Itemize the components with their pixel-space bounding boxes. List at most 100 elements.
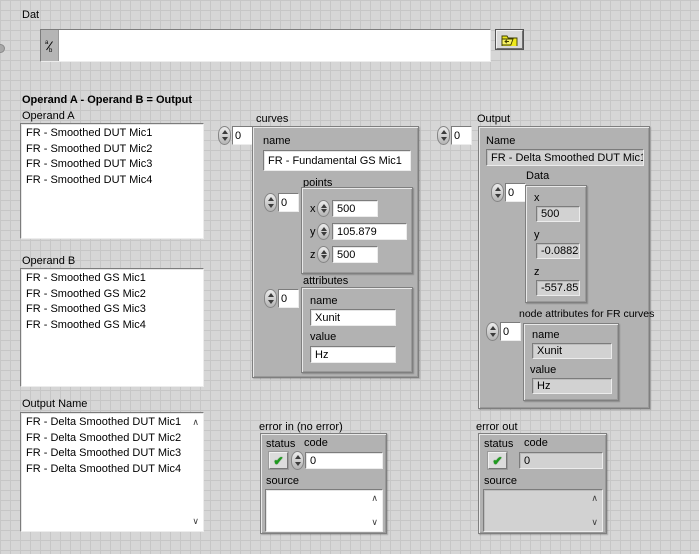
attr-value-label: value <box>310 331 336 344</box>
data-y-field: -0.08823 <box>536 243 580 259</box>
y-value-field[interactable]: 105.879 <box>332 223 407 240</box>
y-spinner-icon[interactable] <box>317 223 330 240</box>
output-label: Output <box>477 113 510 126</box>
increment-decrement-icon[interactable] <box>437 126 450 145</box>
scroll-down-icon[interactable]: ∨ <box>192 517 199 526</box>
attributes-index-spinner[interactable]: 0 <box>264 289 299 308</box>
scroll-up-icon[interactable]: ∧ <box>192 418 199 427</box>
list-item[interactable]: FR - Delta Smoothed DUT Mic1 <box>26 415 203 431</box>
attr-name-field[interactable]: Xunit <box>310 309 396 326</box>
y-label: y <box>310 226 316 239</box>
code-spinner-icon[interactable] <box>291 451 304 470</box>
list-item[interactable]: FR - Smoothed DUT Mic4 <box>26 173 203 189</box>
section-title: Operand A - Operand B = Output <box>22 94 192 107</box>
scroll-up-icon[interactable]: ∧ <box>591 494 598 503</box>
increment-decrement-icon[interactable] <box>264 289 277 308</box>
list-item[interactable]: FR - Delta Smoothed DUT Mic2 <box>26 431 203 447</box>
list-item[interactable]: FR - Smoothed GS Mic3 <box>26 302 203 318</box>
output-cluster: Name FR - Delta Smoothed DUT Mic1 Data 0… <box>478 126 650 409</box>
error-out-status-label: status <box>484 438 513 451</box>
error-in-cluster: status ✔ code 0 source ∧ ∨ <box>260 433 387 534</box>
node-attr-name-field: Xunit <box>532 343 612 359</box>
curves-cluster: name FR - Fundamental GS Mic1 points 0 x… <box>252 126 419 378</box>
file-path-input[interactable] <box>59 30 490 61</box>
node-attributes-index-spinner[interactable]: 0 <box>486 322 521 341</box>
error-out-code-field: 0 <box>519 452 603 469</box>
points-cluster: x 500 y 105.879 z 500 <box>301 187 413 274</box>
attr-value-field[interactable]: Hz <box>310 346 396 363</box>
scroll-down-icon[interactable]: ∨ <box>371 518 378 527</box>
attributes-index-value[interactable]: 0 <box>278 289 299 308</box>
error-in-code-label: code <box>304 437 328 450</box>
curves-label: curves <box>256 113 288 126</box>
points-index-spinner[interactable]: 0 <box>264 193 299 212</box>
scroll-up-icon[interactable]: ∧ <box>371 494 378 503</box>
output-name-field-label: Name <box>486 135 515 148</box>
operand-a-listbox[interactable]: FR - Smoothed DUT Mic1 FR - Smoothed DUT… <box>20 123 204 239</box>
svg-text:a: a <box>45 40 49 46</box>
curve-name-field[interactable]: FR - Fundamental GS Mic1 <box>263 150 411 171</box>
list-item[interactable]: FR - Smoothed DUT Mic3 <box>26 157 203 173</box>
z-spinner-icon[interactable] <box>317 246 330 263</box>
attributes-cluster: name Xunit value Hz <box>301 287 413 373</box>
path-type-icon: a b <box>41 30 59 61</box>
output-name-label: Output Name <box>22 398 87 411</box>
browse-button[interactable] <box>496 30 523 49</box>
output-name-listbox[interactable]: FR - Delta Smoothed DUT Mic1 FR - Delta … <box>20 412 204 532</box>
list-item[interactable]: FR - Delta Smoothed DUT Mic4 <box>26 462 203 478</box>
node-attributes-label: node attributes for FR curves <box>519 308 654 321</box>
error-in-code-field[interactable]: 0 <box>305 452 383 469</box>
error-out-status-indicator: ✔ <box>488 452 507 469</box>
increment-decrement-icon[interactable] <box>264 193 277 212</box>
status-ok-icon: ✔ <box>492 454 502 468</box>
operand-b-listbox[interactable]: FR - Smoothed GS Mic1 FR - Smoothed GS M… <box>20 268 204 387</box>
output-index-value[interactable]: 0 <box>451 126 472 145</box>
connector-dot <box>0 44 5 53</box>
output-index-spinner[interactable]: 0 <box>437 126 472 145</box>
curves-index-spinner[interactable]: 0 <box>218 126 253 145</box>
error-out-code-label: code <box>524 437 548 450</box>
status-ok-icon: ✔ <box>273 454 283 468</box>
attr-name-label: name <box>310 295 338 308</box>
data-x-label: x <box>534 192 540 205</box>
operand-b-label: Operand B <box>22 255 75 268</box>
x-spinner-icon[interactable] <box>317 200 330 217</box>
list-item[interactable]: FR - Delta Smoothed DUT Mic3 <box>26 446 203 462</box>
data-cluster: x 500 y -0.08823 z -557.857 <box>525 185 587 303</box>
scroll-down-icon[interactable]: ∨ <box>591 518 598 527</box>
list-item[interactable]: FR - Smoothed DUT Mic1 <box>26 126 203 142</box>
data-label: Data <box>526 170 549 183</box>
list-item[interactable]: FR - Smoothed GS Mic1 <box>26 271 203 287</box>
list-item[interactable]: FR - Smoothed DUT Mic2 <box>26 142 203 158</box>
error-in-source-field[interactable]: ∧ ∨ <box>265 489 383 532</box>
error-in-status-toggle[interactable]: ✔ <box>269 452 288 469</box>
error-in-source-label: source <box>266 475 299 488</box>
increment-decrement-icon[interactable] <box>491 183 504 202</box>
labview-front-panel: Dat a b Operand A - Operand B = Output O… <box>0 0 699 554</box>
file-path-control[interactable]: a b <box>40 29 491 62</box>
data-z-label: z <box>534 266 540 279</box>
list-item[interactable]: FR - Smoothed GS Mic2 <box>26 287 203 303</box>
curves-index-value[interactable]: 0 <box>232 126 253 145</box>
x-label: x <box>310 203 316 216</box>
error-out-source-field: ∧ ∨ <box>483 489 603 532</box>
data-index-value[interactable]: 0 <box>505 183 526 202</box>
increment-decrement-icon[interactable] <box>486 322 499 341</box>
node-attributes-index-value[interactable]: 0 <box>500 322 521 341</box>
list-item[interactable]: FR - Smoothed GS Mic4 <box>26 318 203 334</box>
increment-decrement-icon[interactable] <box>218 126 231 145</box>
error-in-status-label: status <box>266 438 295 451</box>
data-x-field: 500 <box>536 206 580 222</box>
node-attr-value-field: Hz <box>532 378 612 394</box>
z-label: z <box>310 249 316 262</box>
node-attributes-cluster: name Xunit value Hz <box>523 323 619 401</box>
data-y-label: y <box>534 229 540 242</box>
points-index-value[interactable]: 0 <box>278 193 299 212</box>
data-index-spinner[interactable]: 0 <box>491 183 526 202</box>
curve-name-label: name <box>263 135 291 148</box>
folder-icon <box>501 34 518 46</box>
data-z-field: -557.857 <box>536 280 580 296</box>
x-value-field[interactable]: 500 <box>332 200 378 217</box>
z-value-field[interactable]: 500 <box>332 246 378 263</box>
operand-a-label: Operand A <box>22 110 75 123</box>
